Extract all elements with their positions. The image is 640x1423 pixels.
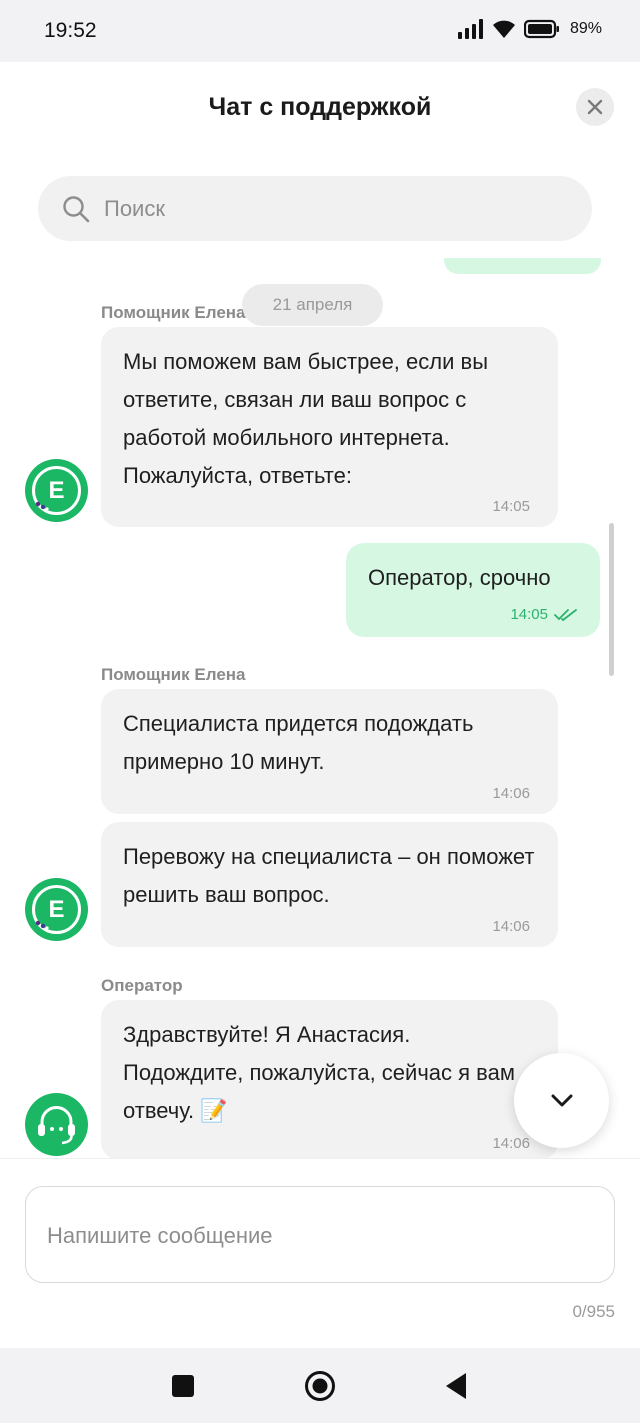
message-text: Оператор, срочно — [368, 565, 551, 590]
sender-name: Оператор — [101, 976, 183, 995]
back-triangle-icon — [446, 1373, 466, 1399]
date-separator: 21 апреля — [242, 284, 383, 326]
wifi-icon — [492, 20, 515, 38]
sender-name: Помощник Елена — [101, 665, 246, 684]
search-input[interactable]: Поиск — [104, 176, 165, 241]
avatar-badge-icon — [35, 920, 49, 930]
close-button[interactable] — [576, 88, 614, 126]
message-input[interactable]: Напишите сообщение — [25, 1186, 615, 1283]
message-text: Здравствуйте! Я Анастасия. Подождите, по… — [123, 1022, 515, 1123]
page-title: Чат с поддержкой — [208, 93, 432, 121]
message-input-placeholder: Напишите сообщение — [47, 1223, 273, 1248]
status-bar: 19:52 89% — [0, 0, 640, 62]
message-bubble-outgoing: Оператор, срочно 14:05 — [346, 543, 600, 637]
message-bubble-incoming: Специалиста придется подождать примерно … — [101, 689, 558, 814]
battery-percent: 89% — [569, 20, 602, 37]
double-check-icon — [554, 608, 577, 621]
square-icon — [172, 1375, 194, 1397]
headset-icon — [38, 1106, 75, 1145]
chevron-down-icon — [551, 1094, 572, 1106]
assistant-avatar: Е — [25, 459, 88, 522]
search-icon — [63, 196, 90, 223]
home-button[interactable] — [304, 1370, 336, 1402]
battery-icon — [523, 19, 559, 39]
sender-name: Помощник Елена — [101, 303, 246, 322]
message-text: Специалиста придется подождать примерно … — [123, 711, 474, 774]
message-bubble-incoming: Здравствуйте! Я Анастасия. Подождите, по… — [101, 1000, 558, 1158]
chat-messages[interactable]: 21 апреля Помощник Елена Мы поможем вам … — [0, 258, 640, 1158]
back-button[interactable] — [440, 1370, 472, 1402]
message-time: 14:06 — [492, 1135, 530, 1152]
message-text: Перевожу на специалиста – он поможет реш… — [123, 844, 535, 907]
home-circle-icon — [305, 1371, 335, 1401]
message-bubble-incoming: Перевожу на специалиста – он поможет реш… — [101, 822, 558, 947]
assistant-avatar: Е — [25, 878, 88, 941]
close-icon — [587, 99, 603, 115]
message-composer: Напишите сообщение 0/955 — [0, 1158, 640, 1348]
search-bar[interactable]: Поиск — [38, 176, 592, 241]
status-time: 19:52 — [44, 19, 97, 42]
signal-icon — [457, 19, 483, 39]
recents-button[interactable] — [167, 1370, 199, 1402]
status-icons: 89% — [457, 19, 602, 39]
message-time: 14:05 — [492, 498, 530, 515]
chat-header: Чат с поддержкой — [0, 62, 640, 154]
avatar-badge-icon — [35, 501, 49, 511]
message-time: 14:06 — [492, 785, 530, 802]
operator-avatar — [25, 1093, 88, 1156]
system-nav-bar — [0, 1348, 640, 1423]
message-text: Мы поможем вам быстрее, если вы ответите… — [123, 349, 489, 488]
scroll-to-bottom-button[interactable] — [514, 1053, 609, 1148]
message-meta: 14:05 — [510, 606, 578, 623]
scrollbar[interactable] — [609, 523, 614, 676]
message-time: 14:05 — [510, 606, 548, 623]
message-bubble-incoming: Мы поможем вам быстрее, если вы ответите… — [101, 327, 558, 527]
character-counter: 0/955 — [572, 1302, 615, 1321]
message-time: 14:06 — [492, 918, 530, 935]
previous-message-bubble — [444, 258, 601, 274]
